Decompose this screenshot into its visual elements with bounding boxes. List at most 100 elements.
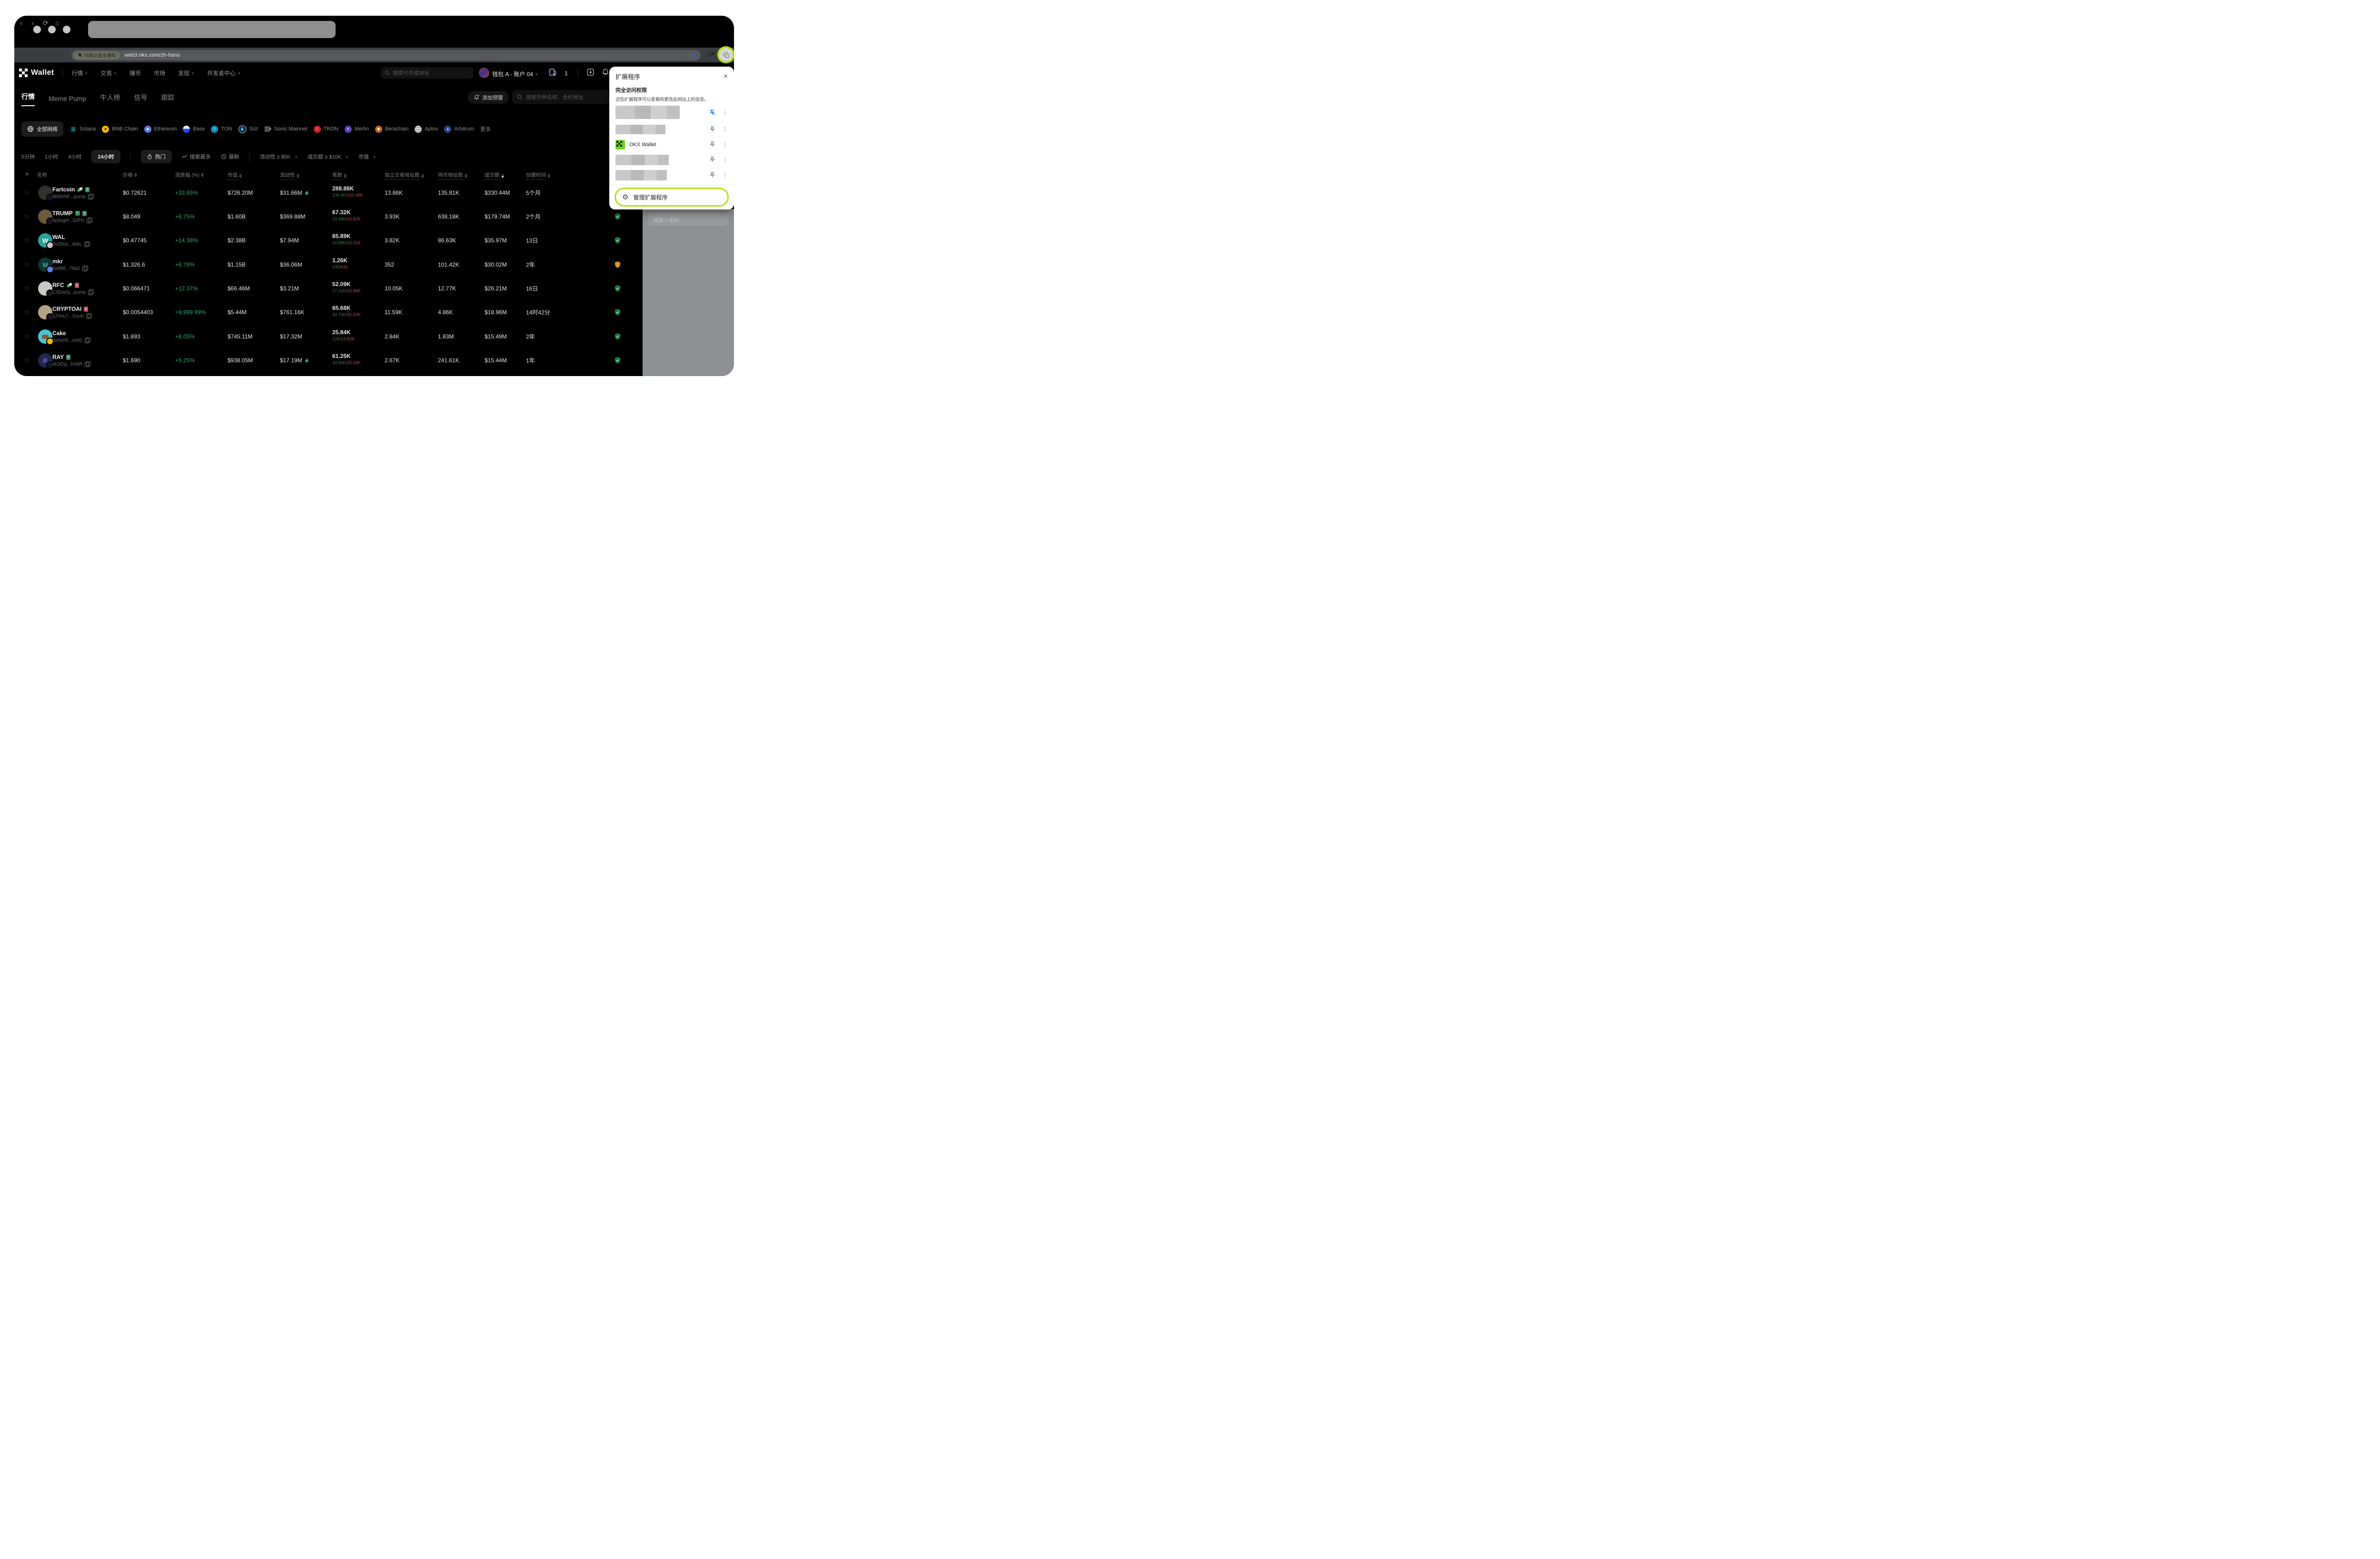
favorite-star-icon[interactable]: ☆ <box>24 213 30 221</box>
filter-newest[interactable]: 最新 <box>221 153 239 160</box>
security-shield-icon[interactable] <box>614 213 621 220</box>
copy-icon[interactable] <box>85 362 89 367</box>
token-name-cell[interactable]: RFC C3DwDj...pump <box>52 282 92 295</box>
chip-merlin[interactable]: ✕Merlin <box>345 126 369 133</box>
table-row[interactable]: ☆ R RAY 4k3Dyj...kX6R $1.690 +5.25% $938… <box>14 348 734 372</box>
favorite-star-icon[interactable]: ☆ <box>24 357 30 365</box>
favorite-star-icon[interactable]: ☆ <box>24 308 30 317</box>
bookmark-star-icon[interactable]: ★ <box>691 51 696 59</box>
copy-icon[interactable] <box>88 195 92 199</box>
forward-icon[interactable]: › <box>31 18 34 28</box>
extension-item[interactable]: ⋮ <box>615 122 728 136</box>
token-name-cell[interactable]: Cake 0x0e09...ce82 <box>52 330 89 343</box>
token-name-cell[interactable]: mkr 0x9f8f...79a2 <box>52 258 87 271</box>
tab-tracking[interactable]: 跟踪 <box>161 93 174 106</box>
nav-item-trade[interactable]: 交易∨ <box>100 69 117 77</box>
browser-tab[interactable] <box>88 21 336 38</box>
col-age[interactable]: 创建时间 <box>526 171 550 180</box>
kebab-menu-icon[interactable]: ⋮ <box>722 172 728 179</box>
tab-markets[interactable]: 行情 <box>21 92 35 106</box>
token-name-cell[interactable]: Fartcoin 9BB6NF...pump <box>52 186 92 199</box>
sort-icon[interactable] <box>344 174 347 178</box>
download-icon[interactable] <box>586 68 595 76</box>
favorite-star-icon[interactable]: ☆ <box>24 189 30 197</box>
reload-icon[interactable]: ⟳ <box>43 18 49 28</box>
manage-extensions-button[interactable]: ⚙ 管理扩展程序 <box>616 189 727 205</box>
col-mcap[interactable]: 市值 <box>228 171 242 180</box>
okx-logo-icon[interactable] <box>19 69 28 77</box>
favorite-star-icon[interactable]: ☆ <box>24 285 30 293</box>
col-traders[interactable]: 独立交易地址数 <box>385 171 424 180</box>
chip-ethereum[interactable]: ◆Ethereum <box>144 126 177 133</box>
traffic-light-icon[interactable] <box>33 26 41 33</box>
chip-berachain[interactable]: ◼Berachain <box>375 126 409 133</box>
sort-icon[interactable] <box>297 174 299 178</box>
chip-arbitrum[interactable]: ▲Arbitrum <box>444 126 474 133</box>
notifications-blocked-badge[interactable]: 已阻止显示通知 <box>74 51 120 60</box>
filter-most-searched[interactable]: 搜索最多 <box>182 153 211 160</box>
sort-icon[interactable] <box>239 174 242 178</box>
pin-slash-icon[interactable] <box>709 109 716 116</box>
security-shield-icon[interactable] <box>614 333 621 340</box>
security-shield-icon[interactable] <box>614 237 621 244</box>
sort-icon[interactable] <box>421 174 424 178</box>
filter-mcap[interactable]: 市值∨ <box>358 153 376 160</box>
favorite-star-icon[interactable]: ☆ <box>24 261 30 269</box>
traffic-light-icon[interactable] <box>63 26 70 33</box>
tab-signals[interactable]: 信号 <box>134 93 147 106</box>
table-row[interactable]: ☆ M mkr 0x9f8f...79a2 $1,326.6 +6.76% $1… <box>14 253 734 277</box>
token-name-cell[interactable]: RAY 4k3Dyj...kX6R <box>52 354 89 367</box>
copy-icon[interactable] <box>87 218 91 223</box>
kebab-menu-icon[interactable]: ⋮ <box>722 141 728 148</box>
token-address-search-input[interactable]: 搜索代币或地址 <box>381 67 473 79</box>
coin-search-input[interactable]: 搜索币种名称、合约地址 <box>512 90 619 104</box>
filter-hot[interactable]: 热门 <box>141 150 172 163</box>
sync-icon[interactable]: ⟳ <box>709 50 715 59</box>
filter-5min[interactable]: 5分钟 <box>21 153 35 160</box>
chip-solana[interactable]: Solana <box>69 126 96 133</box>
sort-icon[interactable] <box>201 173 204 177</box>
url-bar[interactable]: 已阻止显示通知 web3.okx.com/zh-hans ★ <box>71 50 701 60</box>
copy-icon[interactable] <box>85 338 89 343</box>
col-volume[interactable]: 成交额 <box>485 171 504 180</box>
copy-icon[interactable] <box>86 314 90 319</box>
token-name-cell[interactable]: TRUMP⁄⁄ 6p6xgH...GiPN <box>52 210 91 223</box>
tab-meme-pump[interactable]: Meme Pump <box>49 95 86 106</box>
notifications-bell-icon[interactable] <box>602 68 609 76</box>
logo-text[interactable]: Wallet <box>31 69 54 77</box>
security-shield-icon[interactable] <box>614 285 621 292</box>
sort-icon[interactable] <box>134 173 137 177</box>
table-row[interactable]: ☆ Cake 0x0e09...ce82 $1.893 +8.05% $745.… <box>14 325 734 348</box>
traffic-light-icon[interactable] <box>48 26 56 33</box>
kebab-menu-icon[interactable]: ⋮ <box>722 126 728 133</box>
security-shield-icon[interactable] <box>614 357 621 364</box>
extensions-puzzle-icon[interactable] <box>719 48 733 61</box>
nav-item-developer[interactable]: 开发者中心∨ <box>207 69 240 77</box>
url-text[interactable]: web3.okx.com/zh-hans <box>125 52 180 58</box>
copy-icon[interactable] <box>88 290 92 295</box>
extension-item[interactable]: ⋮ <box>615 168 728 182</box>
nav-item-markets[interactable]: 行情∨ <box>71 69 88 77</box>
chip-sonic[interactable]: Sonic Mainnet <box>264 126 307 132</box>
chip-aptos[interactable]: Aptos <box>415 126 438 133</box>
nav-item-discover[interactable]: 发现∨ <box>178 69 194 77</box>
col-change[interactable]: 涨跌幅 (%) <box>175 171 204 179</box>
pin-icon[interactable] <box>709 156 716 163</box>
col-tx[interactable]: 笔数 <box>332 171 347 180</box>
chip-all-networks[interactable]: 全部网络 <box>21 121 63 137</box>
col-holders[interactable]: 持币地址数 <box>438 171 467 180</box>
nav-item-marketplace[interactable]: 市场 <box>154 69 165 77</box>
sort-icon[interactable] <box>547 174 550 178</box>
extension-item[interactable]: ⋮ <box>615 104 728 121</box>
filter-4h[interactable]: 4小时 <box>68 153 81 160</box>
sort-icon[interactable] <box>465 174 467 178</box>
copy-icon[interactable] <box>84 242 89 247</box>
chip-ton[interactable]: ▽TON <box>211 126 232 133</box>
chip-tron[interactable]: ▽TRON <box>314 126 338 133</box>
pin-icon[interactable] <box>709 171 716 179</box>
col-price[interactable]: 价格 <box>123 171 137 179</box>
copy-icon[interactable] <box>82 267 87 271</box>
col-liquidity[interactable]: 流动性 <box>280 171 299 180</box>
sort-icon[interactable] <box>501 174 504 178</box>
password-input[interactable]: 请输入密码 <box>648 213 728 226</box>
